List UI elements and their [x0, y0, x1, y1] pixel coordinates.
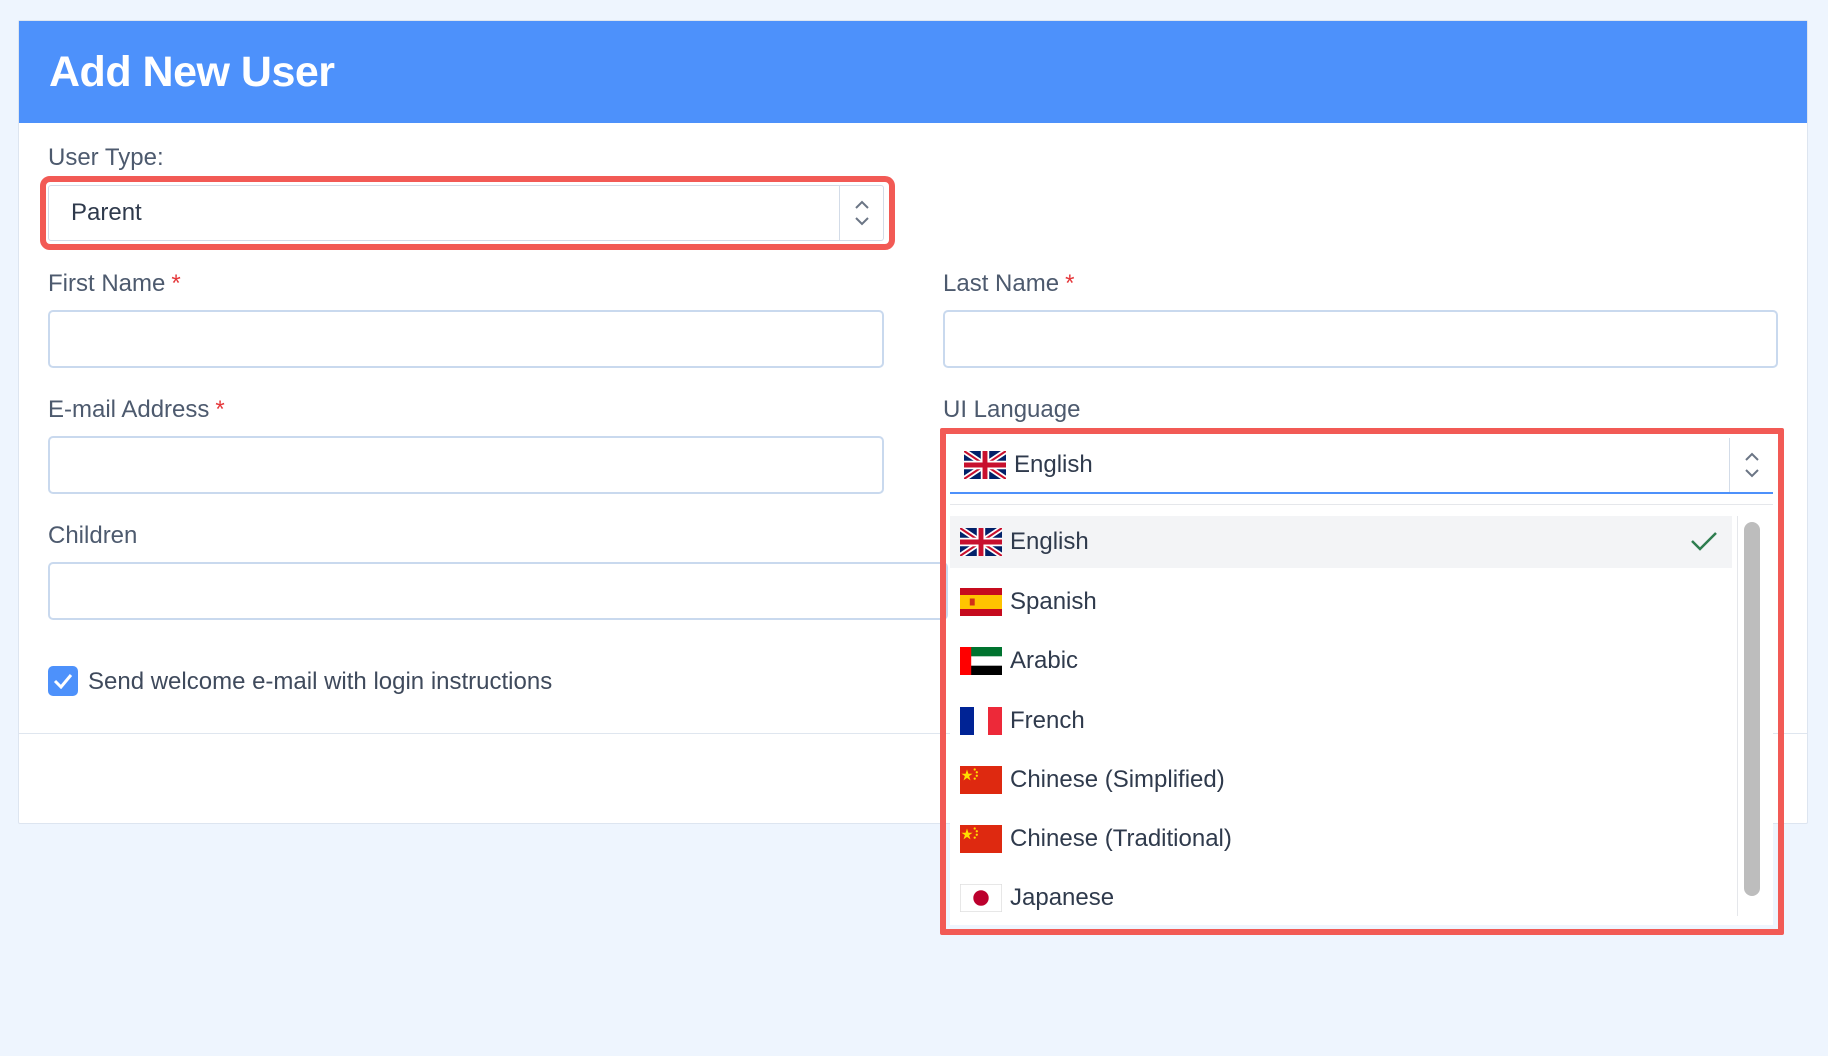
welcome-email-checkbox[interactable]: [48, 666, 78, 696]
email-label: E-mail Address *: [48, 396, 225, 423]
user-type-label: User Type:: [48, 144, 164, 171]
card-header: Add New User: [19, 21, 1807, 123]
ui-language-label: UI Language: [943, 396, 1081, 423]
ui-language-highlight: [940, 428, 1784, 935]
page-title: Add New User: [49, 47, 335, 96]
check-icon: [53, 674, 73, 689]
required-marker: *: [171, 270, 181, 297]
user-type-highlight: [40, 176, 895, 250]
children-input[interactable]: [48, 562, 948, 620]
required-marker: *: [1065, 270, 1075, 297]
last-name-input[interactable]: [943, 310, 1778, 368]
children-label: Children: [48, 522, 138, 549]
first-name-label: First Name *: [48, 270, 181, 297]
welcome-email-label: Send welcome e-mail with login instructi…: [88, 668, 553, 695]
first-name-input[interactable]: [48, 310, 884, 368]
email-input[interactable]: [48, 436, 884, 494]
required-marker: *: [215, 396, 225, 423]
last-name-label: Last Name *: [943, 270, 1075, 297]
